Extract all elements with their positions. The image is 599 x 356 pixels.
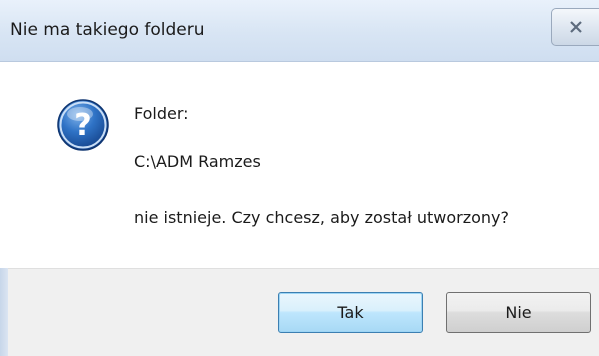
no-button[interactable]: Nie — [446, 292, 591, 333]
window-title: Nie ma takiego folderu — [10, 20, 205, 40]
title-bar[interactable]: Nie ma takiego folderu — [0, 0, 599, 62]
question-icon: ? — [57, 99, 109, 151]
yes-button[interactable]: Tak — [278, 292, 423, 333]
message-label: Folder: — [134, 104, 189, 123]
message-question: nie istnieje. Czy chcesz, aby został utw… — [134, 208, 509, 227]
svg-text:?: ? — [74, 108, 91, 143]
dialog-window: Nie ma takiego folderu ? Folder: C:\ADM … — [0, 0, 599, 356]
close-icon — [570, 21, 582, 33]
close-button[interactable] — [551, 8, 599, 46]
folder-path: C:\ADM Ramzes — [134, 152, 261, 171]
dialog-content — [0, 62, 599, 268]
